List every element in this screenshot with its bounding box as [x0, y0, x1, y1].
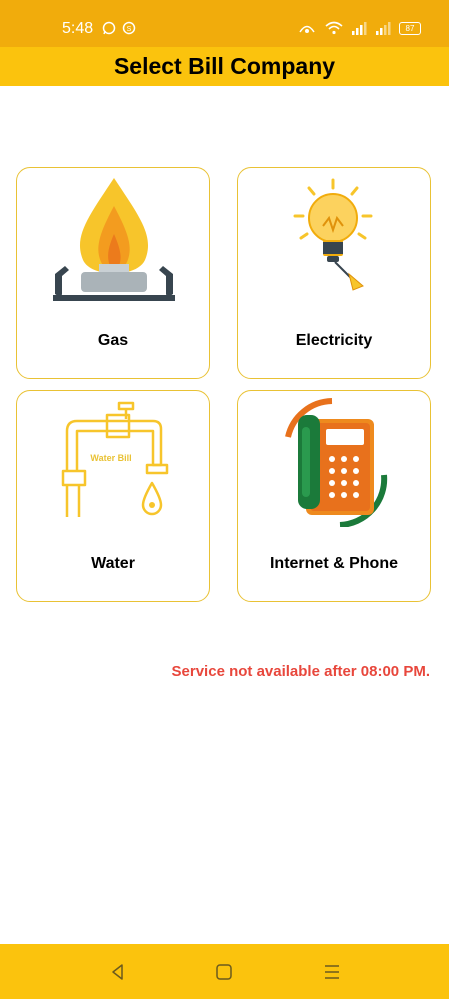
- signal-icon: [376, 22, 391, 35]
- signal-icon: [352, 22, 367, 35]
- battery-icon: 87: [399, 21, 421, 35]
- electricity-tile[interactable]: Electricity: [237, 167, 431, 379]
- tile-label: Gas: [97, 332, 129, 349]
- gas-tile[interactable]: Gas: [16, 167, 210, 379]
- internet-phone-tile[interactable]: Internet & Phone: [237, 390, 431, 602]
- water-bill-text: Water Bill: [90, 453, 131, 463]
- light-bulb-icon: [293, 178, 373, 291]
- water-tile[interactable]: Water Bill Water: [16, 390, 210, 602]
- tile-label: Electricity: [295, 332, 373, 349]
- tile-label: Internet & Phone: [269, 555, 398, 572]
- menu-icon[interactable]: [322, 962, 342, 982]
- service-notice: Service not available after 08:00 PM.: [171, 663, 430, 680]
- back-icon[interactable]: [108, 962, 128, 982]
- status-bar: 5:48 S 87: [0, 0, 449, 47]
- chat-icon: S: [122, 21, 136, 35]
- title-bar: Select Bill Company: [0, 47, 449, 86]
- navigation-bar: [0, 944, 449, 999]
- tile-label: Water: [91, 555, 135, 572]
- telephone-icon: [285, 398, 388, 527]
- page-title: Select Bill Company: [113, 53, 336, 79]
- svg-text:S: S: [127, 26, 132, 33]
- home-icon[interactable]: [214, 962, 234, 982]
- hotspot-icon: [299, 25, 315, 33]
- whatsapp-icon: [102, 21, 116, 35]
- gas-stove-flame-icon: [53, 178, 175, 301]
- water-tap-icon: Water Bill: [61, 401, 169, 517]
- status-time: 5:48: [62, 20, 94, 37]
- wifi-icon: [325, 21, 343, 35]
